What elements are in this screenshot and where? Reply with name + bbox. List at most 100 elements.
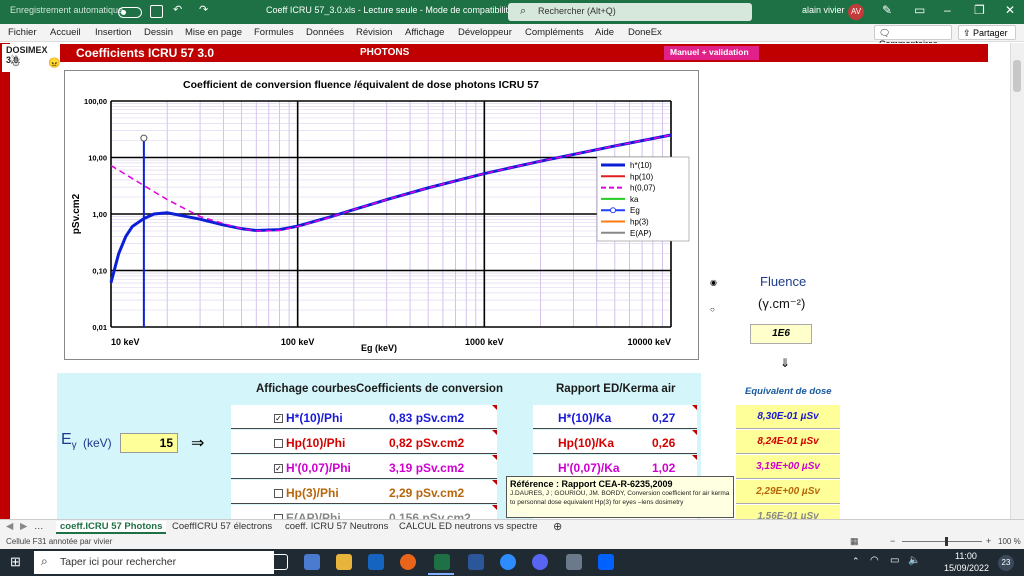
curve-checkbox[interactable]: ✓ [274, 464, 283, 473]
menu-accueil[interactable]: Accueil [50, 27, 81, 38]
share-button[interactable]: ⇪ Partager [958, 25, 1016, 40]
dose-value: 3,19E+00 µSv [736, 455, 840, 479]
down-arrow-icon: ⇓ [780, 356, 791, 370]
save-icon[interactable] [150, 5, 163, 18]
comment-indicator[interactable] [492, 480, 497, 485]
y-tick-label: 1,00 [92, 210, 107, 219]
tray-chevron-icon[interactable]: ⌃ [852, 556, 860, 567]
radio-fluence[interactable]: ◉ [710, 278, 717, 287]
radio-other[interactable]: ○ [710, 305, 715, 314]
header-coefficients: Coefficients de conversion [356, 383, 503, 395]
comment-indicator[interactable] [692, 430, 697, 435]
section-title: PHOTONS [360, 47, 410, 58]
menu-formules[interactable]: Formules [254, 27, 294, 38]
fluence-input[interactable]: 1E6 [750, 324, 812, 344]
menu-donnees[interactable]: Données [306, 27, 344, 38]
zoom-level: 100 % [998, 537, 1021, 546]
zoom-out-icon[interactable]: − [890, 536, 895, 546]
firefox-icon[interactable] [400, 554, 416, 570]
discord-icon[interactable] [532, 554, 548, 570]
ratio-value: 0,27 [652, 411, 676, 425]
menu-revision[interactable]: Révision [356, 27, 392, 38]
menu-doneex[interactable]: DoneEx [628, 27, 662, 38]
x-tick-label: 1000 keV [465, 337, 504, 347]
menu-fichier[interactable]: Fichier [8, 27, 37, 38]
tab-electrons[interactable]: CoeffICRU 57 électrons [172, 521, 272, 532]
close-icon[interactable]: ✕ [1005, 3, 1015, 17]
taskbar-search-placeholder: Taper ici pour rechercher [60, 556, 177, 568]
comment-indicator[interactable] [492, 430, 497, 435]
curve-checkbox[interactable] [274, 489, 283, 498]
comment-indicator[interactable] [492, 505, 497, 510]
dropbox-icon[interactable] [598, 554, 614, 570]
notification-badge[interactable]: 23 [998, 555, 1014, 571]
energy-input[interactable]: 15 [120, 433, 178, 453]
zoom-slider[interactable] [902, 541, 982, 542]
add-sheet-icon[interactable]: ⊕ [553, 520, 562, 533]
comments-button[interactable]: 🗨 Commentaires [874, 25, 952, 49]
ratio-name: H'(0,07)/Ka [558, 461, 620, 475]
menu-dessin[interactable]: Dessin [144, 27, 173, 38]
tab-neutrons[interactable]: coeff. ICRU 57 Neutrons [285, 521, 388, 532]
battery-icon[interactable]: ▭ [890, 555, 899, 566]
task-view-icon[interactable] [272, 554, 288, 570]
manual-button[interactable]: Manuel + validation [664, 46, 759, 60]
header-equivalent-dose: Equivalent de dose [745, 386, 832, 397]
menu-aide[interactable]: Aide [595, 27, 614, 38]
pen-icon[interactable]: ✎ [882, 3, 892, 17]
avatar[interactable]: AV [848, 4, 864, 20]
left-red-band [0, 43, 10, 519]
explorer-icon[interactable] [336, 554, 352, 570]
tab-next-icon[interactable]: ▶ [20, 521, 27, 532]
chart-container[interactable]: Coefficient de conversion fluence /équiv… [64, 70, 699, 360]
comment-indicator[interactable] [692, 455, 697, 460]
app2-icon[interactable] [566, 554, 582, 570]
maximize-icon[interactable]: ❐ [974, 3, 985, 17]
comment-indicator[interactable] [692, 405, 697, 410]
ratio-name: Hp(10)/Ka [558, 436, 615, 450]
tab-calcul[interactable]: CALCUL ED neutrons vs spectre [399, 521, 538, 532]
curve-checkbox[interactable] [274, 439, 283, 448]
tab-photons[interactable]: coeff.ICRU 57 Photons [56, 521, 167, 534]
legend-marker [610, 207, 616, 214]
tooltip-title: Référence : Rapport CEA-R-6235,2009 [510, 479, 673, 489]
wifi-icon[interactable]: ◠ [870, 555, 879, 566]
ribbon-display-icon[interactable]: ▭ [914, 3, 925, 17]
vertical-scrollbar[interactable] [1010, 43, 1024, 519]
clock-time[interactable]: 11:00 [955, 551, 977, 561]
tab-prev-icon[interactable]: ◀ [6, 521, 13, 532]
menu-insertion[interactable]: Insertion [95, 27, 131, 38]
header-affichage: Affichage courbes [256, 383, 357, 395]
menu-complements[interactable]: Compléments [525, 27, 584, 38]
curve-checkbox[interactable]: ✓ [274, 414, 283, 423]
redo-icon[interactable]: ↷ [199, 3, 208, 16]
autosave-toggle[interactable] [118, 7, 142, 18]
arrow-icon: ⇒ [191, 435, 205, 452]
undo-icon[interactable]: ↶ [173, 3, 182, 16]
search-box[interactable]: ⌕ Rechercher (Alt+Q) [508, 3, 752, 21]
word-icon[interactable] [468, 554, 484, 570]
outlook-icon[interactable] [368, 554, 384, 570]
y-tick-label: 10,00 [88, 154, 107, 163]
minimize-icon[interactable]: – [944, 3, 951, 17]
view-normal-icon[interactable]: ▦ [850, 536, 859, 547]
tab-more-icon[interactable]: … [34, 521, 44, 532]
menu-affichage[interactable]: Affichage [405, 27, 444, 38]
zoom-thumb[interactable] [945, 537, 948, 546]
menu-developpeur[interactable]: Développeur [458, 27, 512, 38]
zoom-in-icon[interactable]: + [986, 536, 991, 546]
comment-indicator[interactable] [492, 455, 497, 460]
autosave-label: Enregistrement automatique [10, 5, 124, 15]
zoom-app-icon[interactable] [500, 554, 516, 570]
taskbar-search[interactable]: ⌕ Taper ici pour rechercher [34, 551, 274, 574]
widgets-icon[interactable]: ✿ [226, 553, 237, 569]
menu-mise-en-page[interactable]: Mise en page [185, 27, 242, 38]
scrollbar-thumb[interactable] [1013, 60, 1021, 92]
excel-icon[interactable] [434, 554, 450, 570]
ratio-value: 0,26 [652, 436, 676, 450]
volume-icon[interactable]: 🔈 [908, 555, 920, 566]
windows-start-icon[interactable]: ⊞ [10, 554, 21, 570]
app-icon[interactable] [304, 554, 320, 570]
comment-indicator[interactable] [492, 405, 497, 410]
clock-date[interactable]: 15/09/2022 [944, 563, 989, 573]
